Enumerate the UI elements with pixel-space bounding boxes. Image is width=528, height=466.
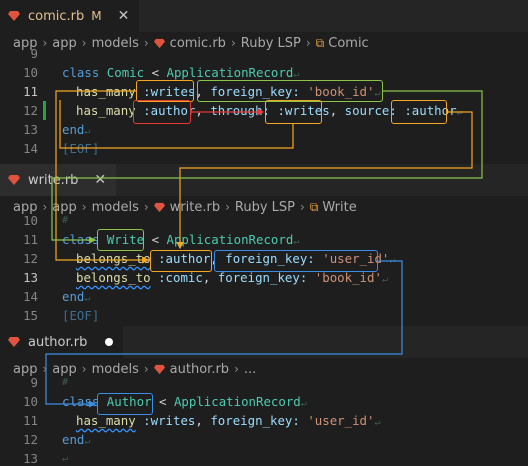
eof-marker: [EOF] — [62, 308, 100, 323]
code-line: 15 [EOF] — [0, 306, 528, 324]
highlight-belongs-author — [150, 250, 212, 272]
highlight-through-writes — [265, 100, 322, 124]
highlight-source-author — [391, 100, 447, 124]
code-line: 11 class Write < ApplicationRecord↵ — [0, 230, 528, 249]
line-number: 12 — [23, 251, 38, 266]
ruby-file-icon — [8, 11, 20, 21]
tab-label: comic.rb — [28, 8, 85, 24]
tab-label: write.rb — [28, 172, 79, 188]
highlight-writes — [136, 80, 194, 102]
line-number: 14 — [23, 289, 38, 304]
line-text: # — [62, 215, 69, 226]
line-number: 10 — [23, 213, 38, 228]
ruby-file-icon — [8, 175, 20, 185]
line-number: 11 — [23, 413, 38, 428]
editor-author: author.rb app › app › models › author.rb › .… — [0, 326, 528, 466]
code-line: 12 has_many :author, through: :writes, so… — [0, 101, 528, 120]
line-number: 11 — [23, 232, 38, 247]
highlight-foreign-key-user-id — [214, 250, 378, 272]
tab-author-rb[interactable]: author.rb — [0, 326, 124, 358]
line-text: # — [62, 377, 69, 388]
line-number: 15 — [23, 308, 38, 323]
tab-comic-rb[interactable]: comic.rb M ✕ — [0, 0, 140, 32]
code-line: 9 # — [0, 373, 528, 392]
line-number: 12 — [23, 432, 38, 447]
line-number: 12 — [23, 103, 38, 118]
line-number: 10 — [23, 394, 38, 409]
code-line: 9 — [0, 44, 528, 63]
tab-write-rb[interactable]: write.rb ✕ — [0, 164, 117, 196]
tab-bar: write.rb ✕ — [0, 164, 528, 196]
highlight-author — [133, 100, 191, 124]
highlight-write-class — [97, 229, 144, 251]
line-number: 9 — [30, 375, 38, 390]
line-text: end↵ — [62, 289, 91, 304]
code-line: 14 end↵ — [0, 287, 528, 306]
editor-write: write.rb ✕ app › app › models › write.rb › R… — [0, 164, 528, 324]
modified-indicator: M — [91, 9, 102, 23]
tab-label: author.rb — [28, 334, 88, 350]
line-text: end↵ — [62, 122, 91, 137]
unsaved-dot-icon[interactable] — [105, 338, 114, 346]
line-text: end↵ — [62, 432, 91, 447]
line-number: 13 — [23, 122, 38, 137]
code-line: 12 end↵ — [0, 430, 528, 449]
highlight-foreign-key-book-id — [197, 80, 383, 102]
line-number: 10 — [23, 65, 38, 80]
tab-bar: author.rb — [0, 326, 528, 358]
line-number: 14 — [23, 141, 38, 156]
code-line: 10 class Author < ApplicationRecord↵ — [0, 392, 528, 411]
line-number: 9 — [30, 46, 38, 61]
code-line: 11 has_many :writes, foreign_key: 'user_i… — [0, 411, 528, 430]
ruby-file-icon — [8, 337, 20, 347]
code-line: 13 ↵ — [0, 449, 528, 466]
eof-marker: [EOF] — [62, 141, 100, 156]
code-line: 10 # — [0, 211, 528, 230]
code-line: 13 end↵ — [0, 120, 528, 139]
line-number: 13 — [23, 270, 38, 285]
line-text — [62, 44, 77, 63]
line-number: 13 — [23, 451, 38, 466]
close-icon[interactable]: ✕ — [94, 172, 106, 188]
code-line: 14 [EOF] — [0, 139, 528, 158]
tab-bar: comic.rb M ✕ — [0, 0, 528, 32]
line-text: ↵ — [62, 453, 69, 464]
highlight-author-class — [97, 393, 153, 415]
modified-line-marker — [43, 101, 46, 120]
line-number: 11 — [23, 84, 38, 99]
close-icon[interactable]: ✕ — [118, 8, 130, 24]
